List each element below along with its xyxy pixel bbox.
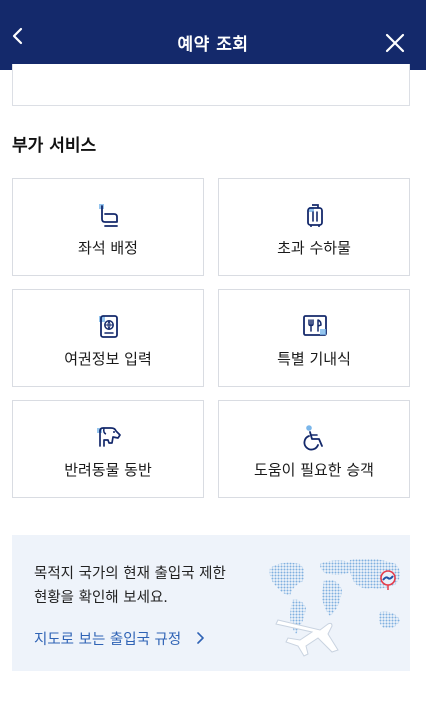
service-label: 도움이 필요한 승객 [254,461,374,479]
service-card-special-meal[interactable]: 특별 기내식 [218,289,410,387]
app-header: 예약 조회 [0,0,426,70]
wheelchair-icon [303,425,323,451]
passport-icon [99,315,118,338]
entry-restriction-banner[interactable]: 목적지 국가의 현재 출입국 제한 현황을 확인해 보세요. 지도로 보는 출입… [12,535,410,671]
banner-text: 목적지 국가의 현재 출입국 제한 현황을 확인해 보세요. [34,562,274,610]
world-map-illustration [269,558,400,657]
service-card-pet[interactable]: 반려동물 동반 [12,400,204,498]
page-title: 예약 조회 [177,35,249,55]
luggage-icon [307,204,323,227]
service-card-passport[interactable]: 여권정보 입력 [12,289,204,387]
service-card-seat[interactable]: 좌석 배정 [12,178,204,276]
service-label: 여권정보 입력 [64,350,152,368]
service-label: 좌석 배정 [78,239,138,257]
previous-card-bottom [12,64,410,106]
seat-icon [99,204,118,227]
service-card-assistance[interactable]: 도움이 필요한 승객 [218,400,410,498]
airplane-icon [275,619,339,657]
service-card-excess-baggage[interactable]: 초과 수하물 [218,178,410,276]
section-title: 부가 서비스 [12,136,97,156]
map-rules-link[interactable]: 지도로 보는 출입국 규정 [34,628,208,649]
banner-line-2: 현황을 확인해 보세요. [34,590,168,606]
chevron-right-icon [197,632,204,644]
close-icon[interactable] [384,32,406,54]
service-label: 반려동물 동반 [64,461,152,479]
meal-icon [303,315,327,336]
service-label: 초과 수하물 [277,239,351,257]
banner-line-1: 목적지 국가의 현재 출입국 제한 [34,566,226,582]
map-rules-link-label: 지도로 보는 출입국 규정 [34,632,182,648]
service-label: 특별 기내식 [277,350,351,368]
dog-icon [97,427,121,447]
